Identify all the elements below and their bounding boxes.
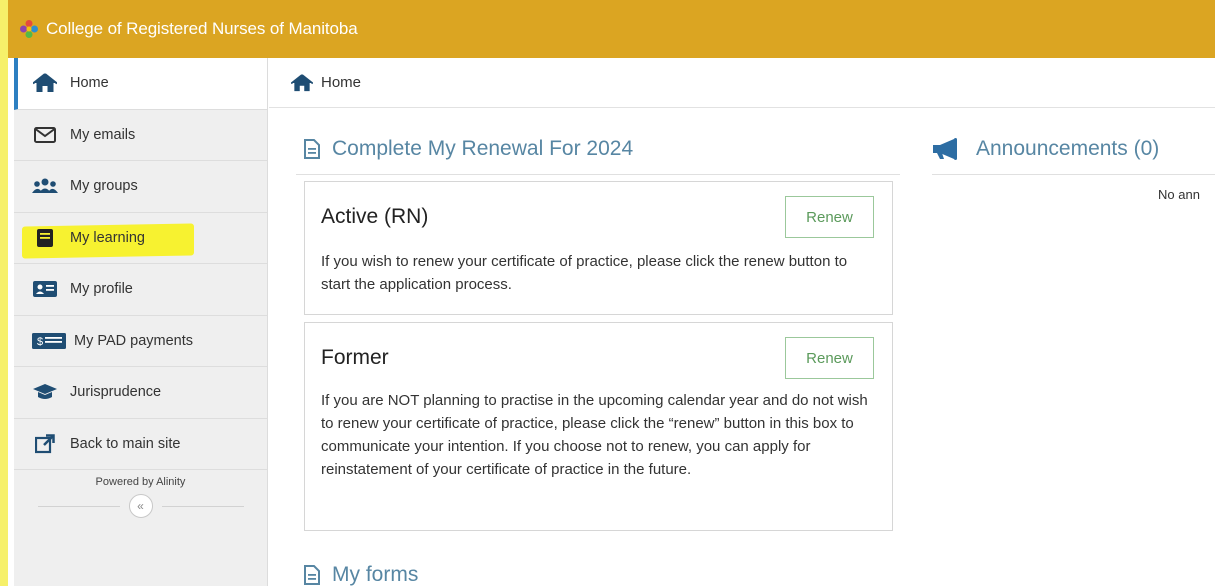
sidebar-item-label: My emails: [70, 126, 136, 143]
sidebar-item-label: Jurisprudence: [70, 384, 162, 401]
divider: [162, 506, 244, 507]
money-bill-icon: $: [32, 331, 66, 351]
sidebar-item-label: Back to main site: [70, 435, 181, 452]
sidebar-item-groups[interactable]: My groups: [14, 161, 267, 213]
sidebar-item-label: My learning: [70, 229, 145, 246]
collapse-sidebar-button[interactable]: «: [128, 494, 153, 518]
forms-title-text: My forms: [332, 563, 419, 586]
book-icon: [32, 228, 58, 248]
announcements-empty-text: No ann: [1158, 187, 1200, 202]
graduation-cap-icon: [32, 382, 58, 402]
id-card-icon: [32, 279, 58, 299]
card-text: If you wish to renew your certificate of…: [321, 253, 848, 293]
renewal-title-text: Complete My Renewal For 2024: [332, 137, 634, 160]
renewal-card-former: Former Renew If you are NOT planning to …: [304, 322, 893, 531]
announcements-section-title: Announcements (0): [932, 137, 1159, 161]
powered-by: Powered by Alinity «: [14, 470, 267, 520]
divider: [932, 174, 1215, 175]
powered-by-text: Powered by Alinity: [95, 476, 186, 488]
breadcrumb-home-link[interactable]: Home: [321, 74, 361, 91]
sidebar-item-home[interactable]: Home: [14, 58, 267, 110]
renew-former-button[interactable]: Renew: [785, 337, 874, 379]
page: College of Registered Nurses of Manitoba…: [0, 0, 1215, 586]
sidebar-item-pad-payments[interactable]: $ My PAD payments: [14, 316, 267, 367]
renewal-card-active: Active (RN) Renew If you wish to renew y…: [304, 181, 893, 315]
sidebar-item-emails[interactable]: My emails: [14, 110, 267, 161]
top-bar: College of Registered Nurses of Manitoba: [8, 0, 1215, 58]
divider: [296, 174, 900, 175]
card-text: If you are NOT planning to practise in t…: [321, 392, 868, 478]
external-link-icon: [32, 434, 58, 454]
users-icon: [32, 176, 58, 196]
card-title: Active (RN): [321, 205, 429, 228]
sidebar-item-label: Home: [70, 75, 109, 92]
crnm-logo-icon: [20, 20, 38, 38]
renew-active-button[interactable]: Renew: [785, 196, 874, 238]
sidebar-item-label: My PAD payments: [74, 332, 193, 349]
forms-section-title: My forms: [304, 563, 418, 586]
file-icon: [304, 565, 320, 585]
sidebar-item-back-to-main-site[interactable]: Back to main site: [14, 419, 267, 470]
envelope-icon: [32, 125, 58, 145]
file-icon: [304, 139, 320, 159]
sidebar-item-label: My profile: [70, 281, 133, 298]
bullhorn-icon: [932, 138, 964, 160]
home-icon: [291, 73, 313, 92]
divider: [38, 506, 120, 507]
sidebar: Home My emails My groups My learning My …: [14, 58, 268, 586]
renewal-section-title: Complete My Renewal For 2024: [304, 137, 633, 161]
sidebar-item-learning[interactable]: My learning: [14, 213, 267, 264]
app-title: College of Registered Nurses of Manitoba: [46, 19, 358, 38]
announcements-title-text: Announcements (0): [976, 137, 1160, 160]
home-icon: [32, 73, 58, 93]
highlighter-mark: [0, 0, 8, 586]
sidebar-item-label: My groups: [70, 178, 138, 195]
svg-text:$: $: [37, 336, 43, 348]
card-title: Former: [321, 346, 389, 369]
sidebar-item-jurisprudence[interactable]: Jurisprudence: [14, 367, 267, 419]
sidebar-item-profile[interactable]: My profile: [14, 264, 267, 316]
breadcrumb: Home: [269, 58, 1215, 108]
